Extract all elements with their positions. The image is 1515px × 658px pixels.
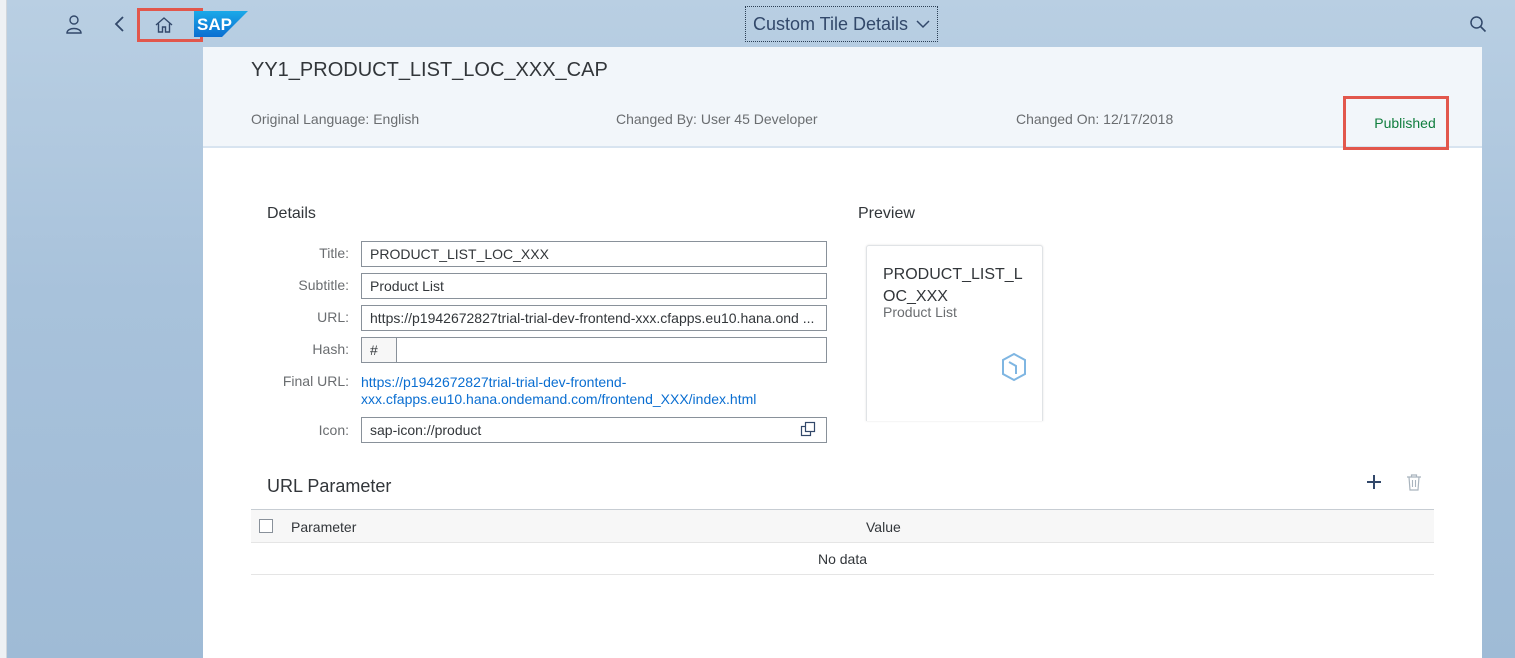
url-parameter-section-title: URL Parameter [267,476,392,496]
add-button[interactable] [1365,473,1383,496]
subtitle-input[interactable]: Product List [361,273,827,299]
user-icon [66,15,82,34]
subtitle-label: Subtitle: [298,277,349,293]
changed-by: Changed By: User 45 Developer [616,111,818,127]
delete-button[interactable] [1406,473,1422,496]
final-url-link-line1[interactable]: https://p1942672827trial-trial-dev-front… [361,374,626,391]
chevron-down-icon [916,20,930,29]
table-header: Parameter Value [251,509,1434,543]
icon-label: Icon: [318,422,349,438]
column-header-parameter[interactable]: Parameter [291,519,356,535]
preview-section-title: Preview [858,205,915,222]
add-icon [1367,475,1381,489]
svg-text:SAP: SAP [197,15,232,34]
value-help-button[interactable] [800,421,818,439]
icon-input[interactable]: sap-icon://product [361,417,827,443]
tile-title: PRODUCT_LIST_LOC_XXX [883,266,1023,305]
details-section-title: Details [267,205,316,222]
delete-icon [1407,474,1421,491]
hash-input[interactable] [396,337,827,363]
sap-logo[interactable]: SAP [194,11,248,37]
preview-tile[interactable]: PRODUCT_LIST_LOC_XXX Product List [866,245,1043,421]
tile-subtitle: Product List [883,304,957,320]
select-all-checkbox[interactable] [259,519,273,533]
column-header-value[interactable]: Value [866,519,901,535]
search-icon [1470,16,1487,33]
url-label: URL: [317,309,349,325]
app-title: Custom Tile Details [752,13,909,34]
home-icon [155,17,173,33]
back-button[interactable] [104,8,136,40]
search-button[interactable] [1462,8,1494,40]
shell-bar: SAP Custom Tile Details [0,0,1515,48]
hash-label: Hash: [312,341,349,357]
changed-on: Changed On: 12/17/2018 [1016,111,1174,127]
back-icon [114,16,124,32]
product-icon [1002,352,1026,382]
object-header: YY1_PRODUCT_LIST_LOC_XXX_CAP Original La… [203,47,1482,148]
background-window-strip [0,0,7,658]
user-button[interactable] [58,8,90,40]
object-title: YY1_PRODUCT_LIST_LOC_XXX_CAP [251,59,608,81]
final-url-label: Final URL: [282,373,349,389]
url-input[interactable]: https://p1942672827trial-trial-dev-front… [361,305,827,331]
object-page: YY1_PRODUCT_LIST_LOC_XXX_CAP Original La… [203,47,1482,658]
title-label: Title: [319,245,349,261]
final-url-link-line2[interactable]: xxx.cfapps.eu10.hana.ondemand.com/fronte… [361,391,756,408]
value-help-icon [800,421,816,437]
table-empty-message: No data [251,543,1434,575]
original-language: Original Language: English [251,111,420,127]
status-highlight: Published [1343,96,1449,150]
status-badge: Published [1374,115,1436,131]
title-input[interactable]: PRODUCT_LIST_LOC_XXX [361,241,827,267]
app-title-menu[interactable]: Custom Tile Details [745,6,938,42]
hash-prefix: # [361,337,397,363]
